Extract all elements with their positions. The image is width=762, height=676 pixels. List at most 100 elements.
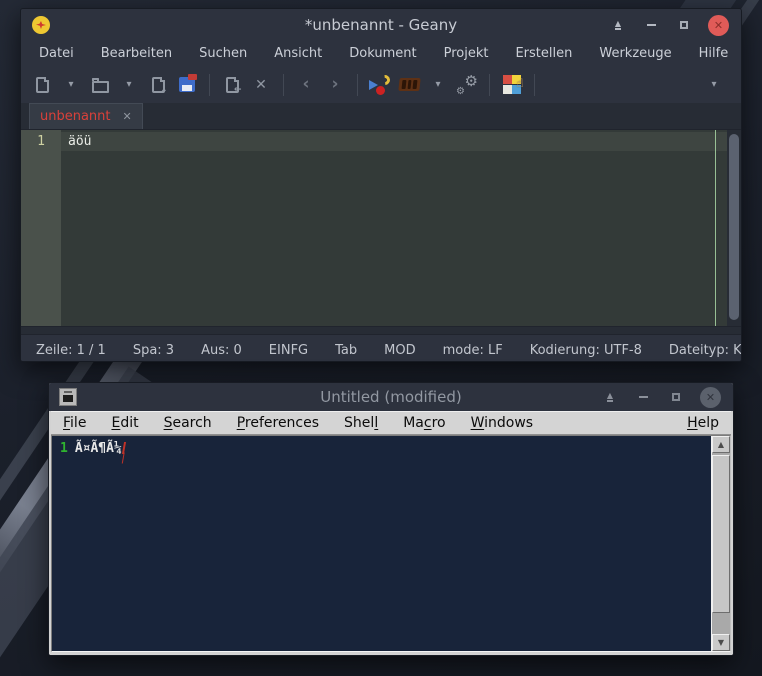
geany-text-editor[interactable]: äöü [61,130,727,326]
close-file-button[interactable]: ✕ [250,72,272,98]
menu-dokument[interactable]: Dokument [340,44,425,63]
nedit-scrollbar[interactable]: ▲ ▼ [711,436,730,651]
toolbar-separator [534,74,535,96]
scrollbar-thumb[interactable] [729,134,739,320]
maximize-icon [680,21,688,29]
close-button[interactable]: ✕ [708,15,729,36]
open-file-button[interactable] [89,72,111,98]
navigate-back-button[interactable]: ‹ [295,72,317,98]
shade-icon: ▲ [607,393,613,402]
nedit-text-area-frame: 1Ã¤Ã¶Ã¼ ▲ ▼ [51,435,731,652]
close-button[interactable]: ✕ [700,387,721,408]
document-tab[interactable]: unbenannt ✕ [29,103,143,129]
line-number-gutter: 1 [21,130,61,326]
pointer-hand-icon: ☝ [516,76,523,90]
minimize-button[interactable] [642,16,660,34]
menu-werkzeuge[interactable]: Werkzeuge [590,44,680,63]
close-icon: ✕ [714,19,723,32]
menu-help[interactable]: Help [687,415,719,431]
geany-menubar: Datei Bearbeiten Suchen Ansicht Dokument… [21,41,741,66]
scroll-up-button[interactable]: ▲ [712,436,730,453]
status-tab-mode: Tab [335,343,357,358]
nedit-app-icon [59,388,77,406]
shade-button[interactable]: ▲ [601,388,619,406]
shade-button[interactable]: ▲ [609,16,627,34]
menu-search[interactable]: Search [164,415,212,431]
open-file-dropdown[interactable]: ▾ [118,72,140,98]
menu-edit[interactable]: Edit [111,415,138,431]
new-document-button[interactable] [31,72,53,98]
nedit-window: Untitled (modified) ▲ ✕ File Edit Search… [48,382,734,656]
menu-shell[interactable]: Shell [344,415,378,431]
close-icon: ✕ [255,77,267,93]
chevron-down-icon: ▾ [68,79,73,90]
execute-button[interactable]: ⚙⚙ [456,72,478,98]
geany-app-icon [32,16,50,34]
geany-titlebar[interactable]: *unbenannt - Geany ▲ ✕ [21,9,741,41]
gears-icon: ⚙⚙ [456,74,478,96]
tab-close-icon[interactable]: ✕ [123,110,132,123]
build-button[interactable] [398,72,420,98]
menu-hilfe[interactable]: Hilfe [690,44,738,63]
menu-erstellen[interactable]: Erstellen [506,44,581,63]
save-button[interactable]: ↓ [147,72,169,98]
editor-scrollbar[interactable] [727,130,741,326]
save-all-button[interactable] [176,72,198,98]
status-modified: MOD [384,343,415,358]
save-icon: ↓ [152,77,165,93]
status-filetype: Dateityp: Keiner ... [669,343,742,358]
compile-icon [369,75,391,95]
editor-text: äöü [61,130,727,151]
forward-icon: › [331,76,338,93]
revert-button[interactable]: ← [221,72,243,98]
geany-toolbar: ▾ ▾ ↓ ← ✕ ‹ › ▾ ⚙⚙ ☝ ▾ [21,66,741,103]
horizontal-scroll-strip [21,326,741,334]
menu-datei[interactable]: Datei [30,44,83,63]
status-encoding: Kodierung: UTF-8 [530,343,642,358]
menu-windows[interactable]: Windows [471,415,534,431]
menu-suchen[interactable]: Suchen [190,44,256,63]
chevron-down-icon: ▾ [711,79,716,90]
menu-preferences[interactable]: Preferences [237,415,319,431]
chevron-down-icon: ▾ [435,79,440,90]
navigate-forward-button[interactable]: › [324,72,346,98]
nedit-titlebar[interactable]: Untitled (modified) ▲ ✕ [49,383,733,411]
nedit-text-editor[interactable]: 1Ã¤Ã¶Ã¼ [52,436,711,651]
build-dropdown[interactable]: ▾ [427,72,449,98]
compile-button[interactable] [369,72,391,98]
minimize-button[interactable] [634,388,652,406]
scroll-down-button[interactable]: ▼ [712,634,730,651]
status-eol-mode: mode: LF [443,343,503,358]
menu-file[interactable]: File [63,415,86,431]
geany-editor-area[interactable]: 1 äöü [21,130,741,326]
build-brick-icon [398,78,420,91]
minimize-icon [647,24,656,26]
new-document-dropdown[interactable]: ▾ [60,72,82,98]
menu-bearbeiten[interactable]: Bearbeiten [92,44,181,63]
menu-macro[interactable]: Macro [403,415,445,431]
status-insert-mode: EINFG [269,343,308,358]
chevron-down-icon: ▾ [126,79,131,90]
color-chooser-button[interactable]: ☝ [501,72,523,98]
long-line-marker [715,130,716,326]
shade-icon: ▲ [615,21,621,30]
maximize-button[interactable] [667,388,685,406]
menu-projekt[interactable]: Projekt [435,44,498,63]
nedit-menubar: File Edit Search Preferences Shell Macro… [51,411,731,435]
scrollbar-thumb[interactable] [712,455,730,613]
text-caret [122,442,126,454]
toolbar-overflow-button[interactable]: ▾ [703,72,725,98]
new-document-icon [36,77,49,93]
maximize-icon [672,393,680,401]
line-number: 1 [60,441,68,456]
geany-tabbar: unbenannt ✕ [21,103,741,130]
menu-ansicht[interactable]: Ansicht [265,44,331,63]
line-number: 1 [37,134,45,149]
status-column: Spa: 3 [133,343,174,358]
geany-window: *unbenannt - Geany ▲ ✕ Datei Bearbeiten … [20,8,742,362]
save-all-icon [179,77,195,92]
maximize-button[interactable] [675,16,693,34]
close-icon: ✕ [706,391,715,404]
scroll-up-icon: ▲ [718,440,724,449]
tab-label: unbenannt [40,109,111,124]
